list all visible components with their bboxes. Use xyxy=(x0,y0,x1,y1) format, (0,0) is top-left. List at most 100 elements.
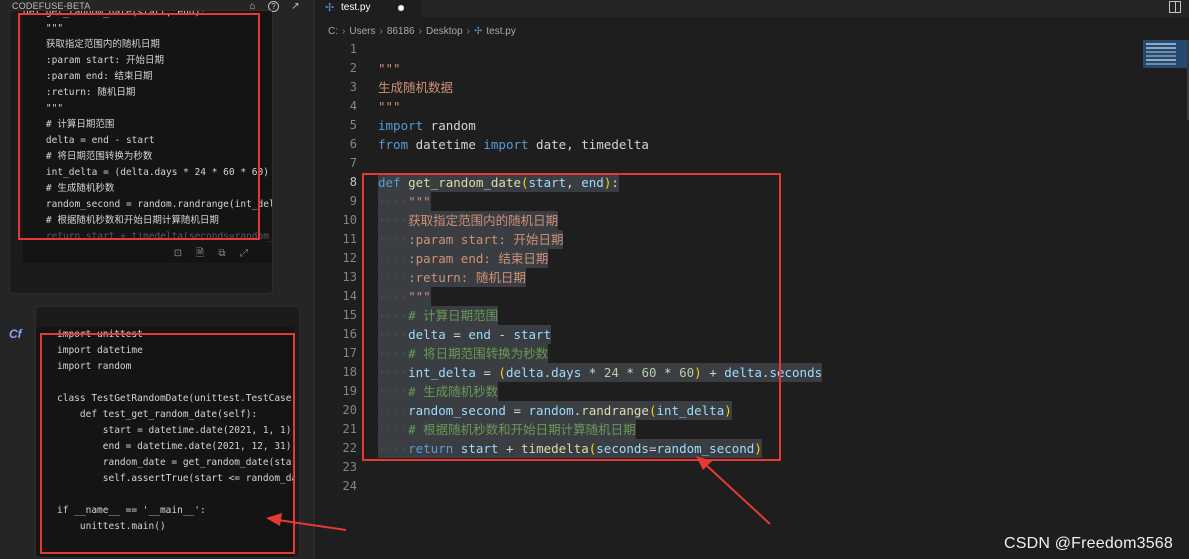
code-token: # 将日期范围转换为秒数 xyxy=(408,346,549,361)
code-token: 24 xyxy=(603,365,619,380)
code-token: :return: 随机日期 xyxy=(408,270,526,285)
code-line[interactable]: ····int_delta = (delta.days * 24 * 60 * … xyxy=(378,363,1178,382)
code-line[interactable]: ····:param end: 结束日期 xyxy=(378,249,1178,268)
code-token: delta xyxy=(724,365,762,380)
line-number: 14 xyxy=(342,289,357,303)
minimap[interactable] xyxy=(1143,40,1187,68)
code-token: seconds xyxy=(596,441,649,456)
code-token: # 根据随机秒数和开始日期计算随机日期 xyxy=(408,422,636,437)
code-token: = xyxy=(505,403,529,418)
external-link-icon[interactable]: ↗ xyxy=(289,0,302,13)
tab-test-py[interactable]: ✢ test.py xyxy=(315,0,421,17)
code-line[interactable] xyxy=(378,458,1178,477)
code-line: start = datetime.date(2021, 1, 1) xyxy=(57,425,292,436)
code-line[interactable]: 生成随机数据 xyxy=(378,78,1178,97)
code-line: delta = end - start xyxy=(23,135,155,146)
code-token: + xyxy=(498,441,522,456)
copy-icon[interactable]: ⧉ xyxy=(216,247,228,261)
code-token: start xyxy=(513,327,552,342)
code-line: :return: 随机日期 xyxy=(23,87,136,98)
code-token: random_second xyxy=(656,441,755,456)
indent-whitespace: ···· xyxy=(378,289,409,304)
code-line[interactable]: ····""" xyxy=(378,192,1178,211)
indent-whitespace: ···· xyxy=(378,346,409,361)
split-editor-icon[interactable] xyxy=(1169,1,1181,13)
breadcrumb-file[interactable]: test.py xyxy=(486,26,515,37)
new-file-icon[interactable]: 🗎 xyxy=(194,247,206,261)
code-line[interactable] xyxy=(378,154,1178,173)
code-line: """ xyxy=(23,23,64,34)
code-line[interactable]: ····delta = end - start xyxy=(378,325,1178,344)
code-token: :param end: 结束日期 xyxy=(408,251,549,266)
breadcrumb-users[interactable]: Users xyxy=(349,26,375,37)
python-file-icon: ✢ xyxy=(325,2,335,14)
code-token: ) xyxy=(754,441,762,456)
code-token: end xyxy=(468,327,491,342)
code-token: import xyxy=(378,118,424,133)
code-line[interactable]: """ xyxy=(378,59,1178,78)
code-line[interactable]: ····return start + timedelta(seconds=ran… xyxy=(378,439,1178,458)
line-number: 3 xyxy=(349,80,357,94)
line-number: 24 xyxy=(342,479,357,493)
code-token: int_delta xyxy=(408,365,476,380)
code-line: import unittest xyxy=(57,329,143,340)
code-line: # 计算日期范围 xyxy=(23,119,115,130)
code-token: random_second xyxy=(408,403,506,418)
breadcrumb-drive[interactable]: C: xyxy=(328,26,338,37)
code-token: * xyxy=(581,365,604,380)
insert-icon[interactable]: ⊡ xyxy=(172,247,184,261)
code-line: unittest.main() xyxy=(57,521,166,532)
code-token: """ xyxy=(378,61,401,76)
code-token: , xyxy=(566,175,582,190)
code-token: datetime xyxy=(408,137,484,152)
code-line: end = datetime.date(2021, 12, 31) xyxy=(57,441,292,452)
chevron-right-icon: › xyxy=(342,25,346,37)
code-line: class TestGetRandomDate(unittest.TestCas… xyxy=(57,393,294,404)
line-number: 5 xyxy=(349,118,357,132)
code-token: def xyxy=(378,175,401,190)
code-line: random_second = random.randrange(int_del… xyxy=(23,199,273,210)
code-token: from xyxy=(378,137,409,152)
code-editor: ✢ test.py C: › Users › 86186 › Desktop ›… xyxy=(315,0,1189,559)
breadcrumb-desktop[interactable]: Desktop xyxy=(426,26,463,37)
code-line[interactable]: from datetime import date, timedelta xyxy=(378,135,1178,154)
code-line[interactable]: import random xyxy=(378,116,1178,135)
tab-label: test.py xyxy=(341,2,371,13)
code-line[interactable]: ····""" xyxy=(378,287,1178,306)
code-token: start xyxy=(460,441,499,456)
code-line: """ xyxy=(23,103,64,114)
breadcrumb-user-folder[interactable]: 86186 xyxy=(387,26,415,37)
code-line[interactable]: """ xyxy=(378,97,1178,116)
code-line[interactable]: ····# 将日期范围转换为秒数 xyxy=(378,344,1178,363)
code-line[interactable]: ····random_second = random.randrange(int… xyxy=(378,401,1178,420)
code-line[interactable]: def get_random_date(start, end): xyxy=(378,173,1178,192)
code-line: # 根据随机秒数和开始日期计算随机日期 xyxy=(23,215,219,226)
code-line[interactable]: ····# 计算日期范围 xyxy=(378,306,1178,325)
code-line[interactable]: ····:return: 随机日期 xyxy=(378,268,1178,287)
codefuse-panel: CODEFUSE-BETA ⌂ ? ↗ def get_random_date(… xyxy=(0,0,315,559)
code-area[interactable]: """ 生成随机数据 """ import random from datetime i… xyxy=(378,40,1178,496)
line-number: 16 xyxy=(342,327,357,341)
code-token: seconds xyxy=(769,365,823,380)
code-line[interactable]: ····# 生成随机秒数 xyxy=(378,382,1178,401)
code-line[interactable]: ····:param start: 开始日期 xyxy=(378,230,1178,249)
code-line: :param end: 结束日期 xyxy=(23,71,153,82)
code-token: = xyxy=(445,327,469,342)
code-line: def test_get_random_date(self): xyxy=(57,409,258,420)
code-token: - xyxy=(490,327,514,342)
code-token: 生成随机数据 xyxy=(378,80,454,95)
indent-whitespace: ···· xyxy=(378,365,409,380)
code-token: * xyxy=(618,365,642,380)
generated-code-block: def get_random_date(start, end): """ 获取指… xyxy=(23,11,273,263)
unsaved-dot-icon[interactable] xyxy=(398,5,404,11)
expand-icon[interactable]: ⤢ xyxy=(238,247,250,261)
code-line[interactable] xyxy=(378,40,1178,59)
code-line[interactable]: ····获取指定范围内的随机日期 xyxy=(378,211,1178,230)
code-line: import random xyxy=(57,361,132,372)
line-number: 21 xyxy=(342,422,357,436)
python-file-icon: ✢ xyxy=(474,25,483,37)
code-line[interactable] xyxy=(378,477,1178,496)
code-line[interactable]: ····# 根据随机秒数和开始日期计算随机日期 xyxy=(378,420,1178,439)
